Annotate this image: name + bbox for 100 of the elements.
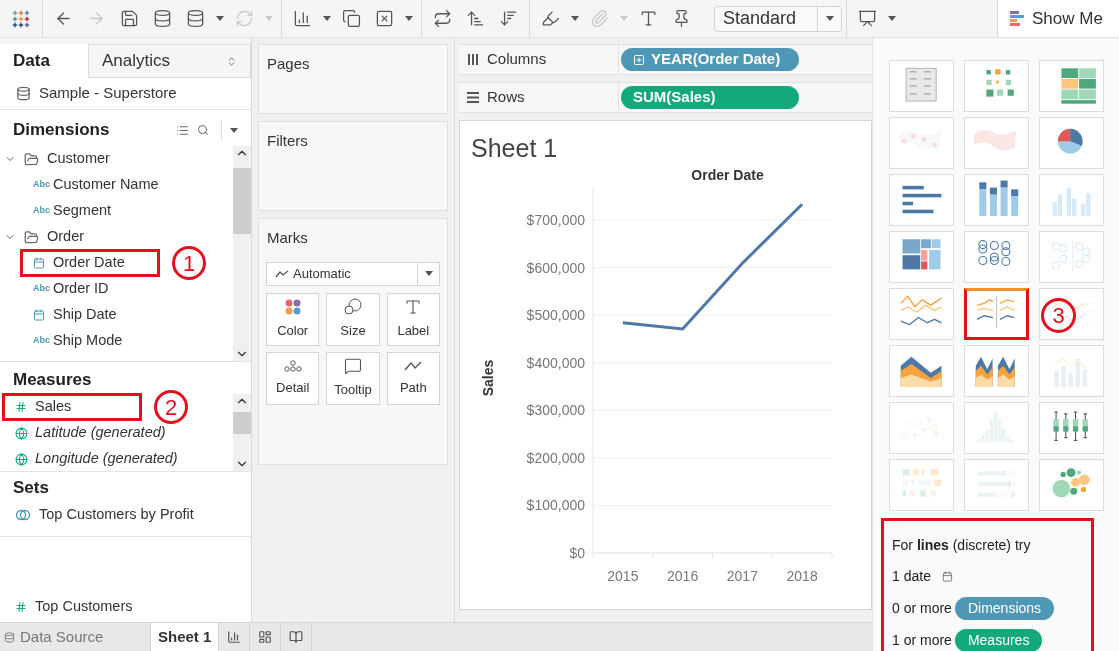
field-pill: Measures [954,628,1043,651]
folder-icon [24,229,39,245]
mark-button[interactable]: Tooltip [326,351,380,405]
paperclip-icon [590,9,609,28]
caret-icon [620,16,628,21]
scrollbar-thumb[interactable] [233,412,251,434]
hint-text: 1 date [892,566,931,586]
axis-tick-label: 2015 [607,568,639,584]
folder-name[interactable]: Customer [47,148,110,170]
field-item[interactable]: Abc Segment [33,197,120,225]
axis-tick-label: $700,000 [526,212,585,228]
section-title: Measures [13,368,92,391]
mark-button[interactable]: Detail [266,351,320,405]
bar-chart-icon [293,9,312,28]
mark-type-select[interactable]: Automatic [266,261,440,286]
caret-icon [571,16,579,21]
folder-icon [24,151,39,167]
scrollbar-thumb[interactable] [233,168,251,234]
presentation-icon [858,9,877,28]
caret-icon [888,16,896,21]
axis-tick-label: 2017 [726,568,758,584]
sort-descending-icon [499,9,518,28]
axis-tick-label: $200,000 [526,449,585,466]
caret-icon [230,127,238,133]
field-item[interactable]: Abc Ship Mode [33,327,131,355]
caret-icon [265,16,273,21]
sheet-tab[interactable]: Sheet 1 [150,623,220,651]
arrow-right-icon [87,9,106,28]
shelf-label: Columns [487,49,547,70]
panel-tab[interactable]: Analytics [88,44,251,78]
search-icon[interactable] [197,124,209,136]
type-label: Abc [33,334,51,348]
field-item[interactable]: Abc Order ID [33,275,117,303]
updown-icon [226,55,237,67]
panel-tab[interactable]: Data [0,44,88,78]
columns-icon [467,54,479,65]
database-icon [153,9,172,28]
shelf-label: Rows [487,87,525,108]
scrollbar[interactable] [233,146,251,361]
calendar-icon [33,257,45,269]
caret-icon [405,16,413,21]
card-title: Pages [266,54,311,74]
field-item[interactable]: Sales [2,393,142,421]
axis-tick-label: $600,000 [526,259,585,276]
globe-icon [15,452,28,466]
sheet-tab[interactable]: Data Source [0,623,110,651]
field-item[interactable]: Longitude (generated) [15,445,186,473]
folder-name[interactable]: Order [47,226,85,248]
dots-icon [282,358,303,373]
globe-icon [15,426,28,440]
mark-button[interactable]: Color [266,292,320,346]
type-label: Abc [33,178,51,192]
database-icon [4,631,15,643]
set-icon [15,509,31,521]
data-source-name: Sample - Superstore [39,83,177,104]
mark-button[interactable]: Size [326,292,380,346]
new-worksheet-icon [227,630,242,644]
hash-icon [15,401,27,413]
new-dashboard-icon [258,630,273,644]
pin-icon [672,9,691,28]
chart-type-button[interactable] [964,288,1029,340]
save-icon [120,9,139,28]
axis-tick-label: $100,000 [526,497,585,514]
list-icon[interactable] [176,123,189,137]
section-title: Dimensions [13,119,111,142]
refresh-icon [235,9,254,28]
caret-icon [424,271,433,276]
new-story-icon [289,630,304,644]
set-item[interactable]: Top Customers by Profit [39,504,194,526]
card-title: Marks [266,228,309,248]
hint-text: 1 or more [892,630,952,650]
circles-icon [343,297,363,316]
card-title: Filters [266,131,309,151]
highlighter-icon [541,9,560,28]
logo-icon [12,9,30,28]
copy-icon [342,9,361,28]
show-me-button[interactable]: Show Me [997,0,1119,37]
caret-icon [216,16,224,21]
field-item[interactable]: Ship Date [33,301,125,329]
parameter-item[interactable]: Top Customers [35,596,133,618]
sheet-title: Sheet 1 [470,133,559,163]
repeat-icon [433,9,452,28]
field-item[interactable]: Order Date [20,249,160,277]
field-pill: Dimensions [954,596,1055,620]
axis-tick-label: 2016 [667,568,699,584]
type-label: Abc [33,204,51,218]
database-icon [186,9,205,28]
rows-icon [467,92,479,103]
mark-button[interactable]: Label [386,292,440,346]
field-item[interactable]: Abc Customer Name [33,171,167,199]
axis-tick-label: $500,000 [526,307,585,324]
section-title: Sets [13,476,49,499]
square-x-icon [375,9,394,28]
callout-number: 2 [154,390,188,424]
mark-button[interactable]: Path [386,351,440,405]
axis-tick-label: $300,000 [526,402,585,419]
fit-select[interactable]: Standard [714,5,842,32]
axis-tick-label: $400,000 [526,354,585,371]
scrollbar[interactable] [233,394,251,471]
text-icon [404,297,423,316]
